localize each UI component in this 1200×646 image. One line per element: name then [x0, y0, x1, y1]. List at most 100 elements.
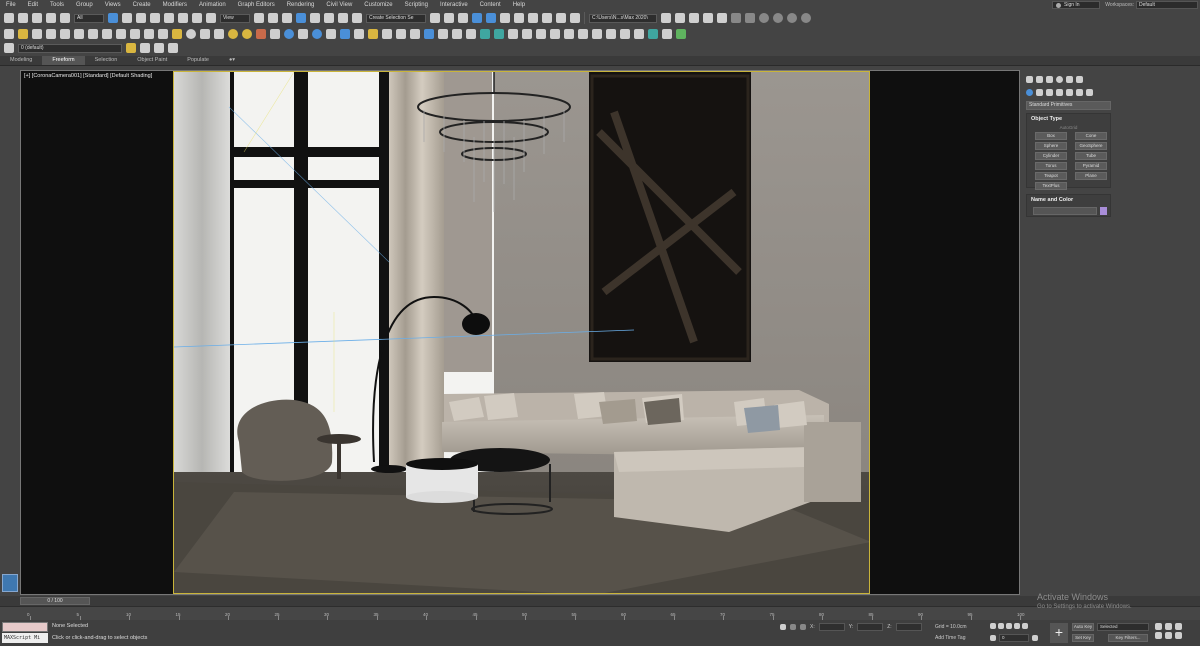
default-in-out-tangents-icon[interactable]: + [1050, 623, 1068, 643]
move-icon[interactable] [164, 13, 174, 23]
angle-snap-icon[interactable] [310, 13, 320, 23]
time-config-icon[interactable] [1032, 635, 1038, 641]
corona-volume-icon[interactable] [340, 28, 350, 39]
corona-proxy-icon[interactable] [284, 28, 294, 39]
time-slider[interactable]: 0 / 100 [20, 597, 90, 605]
snap-tool-icon[interactable] [494, 28, 504, 39]
previous-frame-icon[interactable] [998, 623, 1004, 629]
cylinder-button[interactable]: Cylinder [1035, 152, 1067, 160]
settings-icon[interactable] [466, 28, 476, 39]
cameras-icon[interactable] [1056, 88, 1063, 96]
menu-tools[interactable]: Tools [44, 0, 70, 10]
freeze-icon[interactable] [592, 28, 602, 39]
keyboard-shortcut-icon[interactable] [282, 13, 292, 23]
placement-icon[interactable] [206, 13, 216, 23]
bind-spacewarp-icon[interactable] [60, 13, 70, 23]
redo-icon[interactable] [18, 13, 28, 23]
ribbon-options-icon[interactable]: ●▾ [219, 56, 245, 65]
corona-material-icon[interactable] [312, 28, 322, 39]
sphere-tool-icon[interactable] [801, 13, 811, 23]
tab-selection[interactable]: Selection [85, 56, 128, 65]
box-primitive-icon[interactable] [172, 28, 182, 39]
viewport-layout-icon[interactable] [2, 574, 18, 592]
menu-file[interactable]: File [0, 0, 22, 10]
interactive-render-icon[interactable] [396, 28, 406, 39]
name-and-color-title[interactable]: Name and Color [1027, 195, 1110, 205]
rotate-icon[interactable] [178, 13, 188, 23]
menu-modifiers[interactable]: Modifiers [157, 0, 193, 10]
schematic-view-icon[interactable] [514, 13, 524, 23]
pivot-center-icon[interactable] [254, 13, 264, 23]
layer-manager-icon[interactable] [4, 43, 14, 53]
pivot-icon[interactable] [648, 28, 658, 39]
project-folder-dropdown[interactable]: C:\Users\N...s\Max 2020\ [589, 13, 657, 23]
percent-snap-icon[interactable] [324, 13, 334, 23]
add-to-layer-icon[interactable] [140, 43, 150, 53]
shapes-icon[interactable] [1036, 88, 1043, 96]
key-selection-dropdown[interactable]: Selected [1097, 623, 1149, 631]
viewport-label[interactable]: [+] [CoronaCamera001] [Standard] [Defaul… [24, 73, 152, 79]
zoom-extents-icon[interactable] [1175, 623, 1182, 630]
menu-group[interactable]: Group [70, 0, 99, 10]
z-coordinate-field[interactable] [895, 623, 922, 631]
mesh-icon[interactable] [522, 28, 532, 39]
menu-civil-view[interactable]: Civil View [320, 0, 358, 10]
current-layer-dropdown[interactable]: 0 (default) [18, 43, 122, 53]
torus-button[interactable]: Torus [1035, 162, 1067, 170]
xref-icon[interactable] [508, 28, 518, 39]
sphere-tool-icon[interactable] [787, 13, 797, 23]
set-key-button[interactable]: Set Key [1072, 634, 1094, 642]
layer-icon[interactable] [88, 28, 98, 39]
grid-icon[interactable] [74, 28, 84, 39]
space-warps-icon[interactable] [1076, 88, 1083, 96]
menu-create[interactable]: Create [127, 0, 157, 10]
rendered-frame-window-icon[interactable] [556, 13, 566, 23]
tab-freeform[interactable]: Freeform [42, 56, 85, 65]
key-mode-icon[interactable] [990, 635, 996, 641]
zoom-all-icon[interactable] [1165, 623, 1172, 630]
utilities-tab-icon[interactable] [1076, 75, 1083, 83]
recent-folder-icon[interactable] [703, 13, 713, 23]
x-coordinate-field[interactable] [818, 623, 845, 631]
field-of-view-icon[interactable] [1155, 632, 1162, 639]
bucket-icon[interactable] [410, 28, 420, 39]
rectangular-selection-icon[interactable] [136, 13, 146, 23]
menu-scripting[interactable]: Scripting [399, 0, 434, 10]
tab-populate[interactable]: Populate [177, 56, 219, 65]
current-frame-field[interactable]: 0 [999, 634, 1029, 642]
named-selection-dropdown[interactable]: Create Selection Se [366, 13, 426, 23]
plane-icon[interactable] [158, 28, 168, 39]
link-icon[interactable] [32, 13, 42, 23]
reference-coordinate-dropdown[interactable]: View [220, 13, 250, 23]
lights-icon[interactable] [1046, 88, 1053, 96]
unfreeze-icon[interactable] [606, 28, 616, 39]
maxscript-listener[interactable] [2, 622, 48, 632]
cone-button[interactable]: Cone [1075, 132, 1107, 140]
tab-modeling[interactable]: Modeling [0, 56, 42, 65]
motion-tab-icon[interactable] [1056, 75, 1063, 83]
spline-icon[interactable] [116, 28, 126, 39]
pyramid-button[interactable]: Pyramid [1075, 162, 1107, 170]
primitive-category-dropdown[interactable]: Standard Primitives [1026, 101, 1111, 110]
add-time-tag[interactable]: Add Time Tag [935, 635, 965, 641]
project-folder-icon[interactable] [661, 13, 671, 23]
vfb-icon[interactable] [382, 28, 392, 39]
curve-editor-icon[interactable] [500, 13, 510, 23]
maxscript-mini-listener[interactable]: MAXScript Mi [2, 633, 48, 643]
camera-viewport[interactable]: [+] [CoronaCamera001] [Standard] [Defaul… [20, 70, 1020, 595]
open-folder-icon[interactable] [675, 13, 685, 23]
object-name-field[interactable] [1033, 207, 1097, 215]
scale-icon[interactable] [192, 13, 202, 23]
geometry-icon[interactable] [1026, 88, 1033, 96]
sign-in-button[interactable]: Sign In [1052, 1, 1100, 9]
sphere-tool-icon[interactable] [759, 13, 769, 23]
scene-tool-icon[interactable] [550, 28, 560, 39]
wire-color-icon[interactable] [438, 28, 448, 39]
unlink-icon[interactable] [46, 13, 56, 23]
disabled-tool-icon[interactable] [731, 13, 741, 23]
helper-icon[interactable] [46, 28, 56, 39]
play-icon[interactable] [1006, 623, 1012, 629]
disabled-tool-icon[interactable] [745, 13, 755, 23]
cylinder-primitive-icon[interactable] [200, 28, 210, 39]
sphere-button[interactable]: Sphere [1035, 142, 1067, 150]
